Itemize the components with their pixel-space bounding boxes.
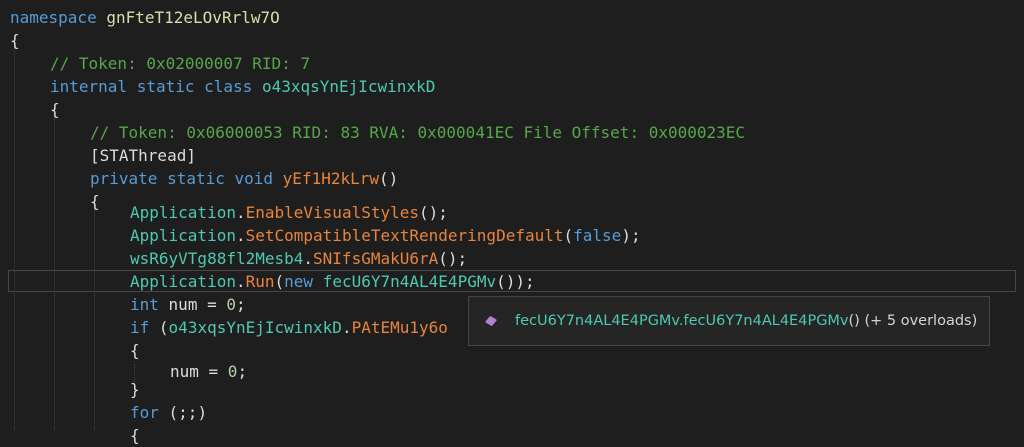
application-class[interactable]: Application xyxy=(130,226,236,245)
code-line[interactable]: // Token: 0x06000053 RID: 83 RVA: 0x0000… xyxy=(90,121,745,144)
open-brace: { xyxy=(10,31,20,50)
method-token-comment: // Token: 0x06000053 RID: 83 RVA: 0x0000… xyxy=(90,123,746,142)
form-class[interactable]: fecU6Y7n4AL4E4PGMv xyxy=(323,272,496,291)
open-brace: { xyxy=(90,192,100,211)
class-modifiers: internal static class xyxy=(50,77,253,96)
method-cube-icon xyxy=(486,316,497,327)
false-keyword: false xyxy=(573,226,622,245)
paren-close: ); xyxy=(621,226,641,245)
dot: . xyxy=(235,226,246,245)
code-line[interactable]: if (o43xqsYnEjIcwinxkD.PAtEMu1y6o xyxy=(130,316,448,339)
code-line[interactable]: private static void yEf1H2kLrw() xyxy=(90,167,398,190)
code-line[interactable]: } xyxy=(130,378,140,401)
tooltip-params: () xyxy=(848,313,860,329)
open-brace: { xyxy=(50,100,60,119)
code-line[interactable]: { xyxy=(50,98,60,121)
indent-guide xyxy=(14,40,15,430)
code-line[interactable]: { xyxy=(130,339,140,362)
snif-call[interactable]: SNIfsGMakU6rA xyxy=(313,249,438,268)
code-line[interactable]: Application.EnableVisualStyles(); xyxy=(130,201,448,224)
new-keyword: new xyxy=(284,272,314,291)
other-class[interactable]: wsR6yVTg88fl2Mesb4 xyxy=(130,249,303,268)
code-line[interactable]: Application.SetCompatibleTextRenderingDe… xyxy=(130,224,641,247)
sta-thread-attribute: [STAThread] xyxy=(90,146,196,165)
open-brace: { xyxy=(130,341,140,360)
run-call[interactable]: Run xyxy=(246,272,275,291)
class-token-comment: // Token: 0x02000007 RID: 7 xyxy=(50,54,311,73)
method-name[interactable]: yEf1H2kLrw xyxy=(283,169,379,188)
enable-visual-styles-call[interactable]: EnableVisualStyles xyxy=(246,203,419,222)
code-line[interactable]: int num = 0; xyxy=(130,293,246,316)
tooltip-class-part: fecU6Y7n4AL4E4PGMv xyxy=(515,313,679,329)
code-line[interactable]: for (;;) xyxy=(130,401,207,424)
code-line[interactable]: { xyxy=(130,424,140,447)
semicolon: ; xyxy=(235,295,246,314)
for-body: (;;) xyxy=(158,403,208,422)
method-parens: () xyxy=(379,169,399,188)
tooltip-method-part: .fecU6Y7n4AL4E4PGMv xyxy=(678,313,849,329)
for-keyword: for xyxy=(130,403,159,422)
code-editor[interactable]: namespace gnFteT12eLOvRrlw7O { // Token:… xyxy=(0,0,1024,445)
code-line-current[interactable]: Application.Run(new fecU6Y7n4AL4E4PGMv()… xyxy=(130,270,535,293)
call-end: (); xyxy=(438,249,468,268)
code-line[interactable]: namespace gnFteT12eLOvRrlw7O xyxy=(10,6,280,29)
num-assignment: num = xyxy=(170,362,228,381)
run-close: ()); xyxy=(496,272,535,291)
method-modifiers: private static void xyxy=(90,169,274,188)
code-line[interactable]: internal static class o43xqsYnEjIcwinxkD xyxy=(50,75,435,98)
code-line[interactable]: [STAThread] xyxy=(90,144,196,167)
code-line[interactable]: { xyxy=(10,29,20,52)
if-member[interactable]: PAtEMu1y6o xyxy=(352,318,448,337)
class-name[interactable]: o43xqsYnEjIcwinxkD xyxy=(262,77,435,96)
code-line[interactable]: // Token: 0x02000007 RID: 7 xyxy=(50,52,310,75)
dot: . xyxy=(341,318,352,337)
close-brace: } xyxy=(130,380,140,399)
if-class[interactable]: o43xqsYnEjIcwinxkD xyxy=(169,318,342,337)
number-literal: 0 xyxy=(226,295,236,314)
open-brace: { xyxy=(130,426,140,445)
dot: . xyxy=(303,249,314,268)
call-end: (); xyxy=(419,203,448,222)
indent-guide xyxy=(94,202,95,430)
namespace-name[interactable]: gnFteT12eLOvRrlw7O xyxy=(106,8,279,27)
semicolon: ; xyxy=(237,362,248,381)
code-line[interactable]: num = 0; xyxy=(170,360,247,383)
num-declaration: num = xyxy=(168,295,227,314)
if-keyword: if xyxy=(130,318,150,337)
quick-info-tooltip: fecU6Y7n4AL4E4PGMv.fecU6Y7n4AL4E4PGMv() … xyxy=(468,296,990,346)
application-class[interactable]: Application xyxy=(130,272,236,291)
dot: . xyxy=(235,272,246,291)
dot: . xyxy=(235,203,246,222)
number-literal: 0 xyxy=(227,362,238,381)
set-compatible-call[interactable]: SetCompatibleTextRenderingDefault xyxy=(246,226,564,245)
int-keyword: int xyxy=(130,295,159,314)
tooltip-overloads: (+ 5 overloads) xyxy=(859,313,978,329)
application-class[interactable]: Application xyxy=(130,203,236,222)
code-line[interactable]: wsR6yVTg88fl2Mesb4.SNIfsGMakU6rA(); xyxy=(130,247,467,270)
code-line[interactable]: { xyxy=(90,190,100,213)
namespace-keyword: namespace xyxy=(10,8,97,27)
tooltip-signature: fecU6Y7n4AL4E4PGMv.fecU6Y7n4AL4E4PGMv() … xyxy=(515,313,977,329)
